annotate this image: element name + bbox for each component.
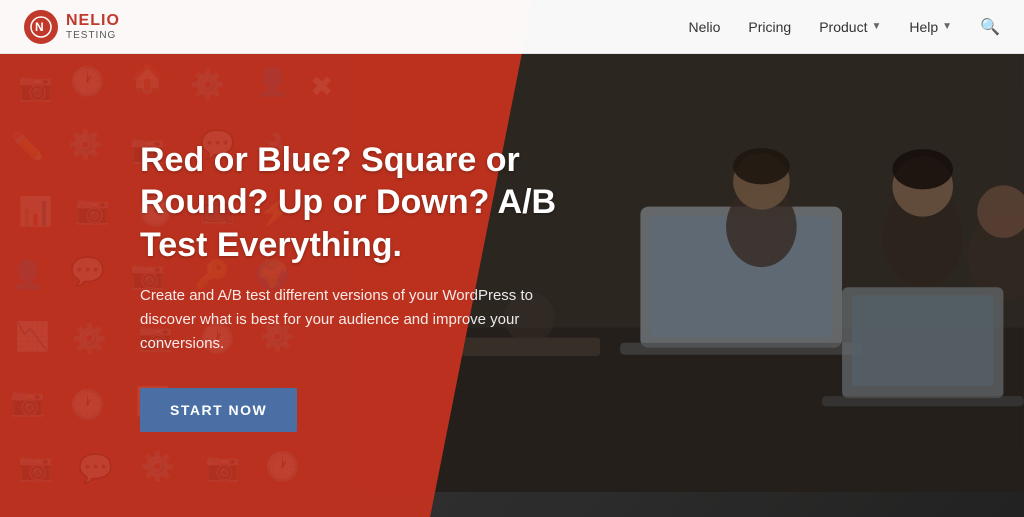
hero-section: 📷 🕐 🏠 ⚙️ 👤 ✖ ✏️ ⚙️ 📷 💬 🔧 📊 📷 🕐 📺 ⚡ 👤 💬 📷… <box>0 0 1024 517</box>
hero-content: Red or Blue? Square or Round? Up or Down… <box>0 54 1024 517</box>
logo[interactable]: N NELIO testing <box>24 10 120 44</box>
help-dropdown-arrow: ▼ <box>942 21 952 32</box>
nav-nelio[interactable]: Nelio <box>689 19 721 35</box>
logo-text: NELIO testing <box>66 12 120 41</box>
nav-help[interactable]: Help ▼ <box>909 19 952 35</box>
hero-subtext: Create and A/B test different versions o… <box>140 284 570 356</box>
hero-text-block: Red or Blue? Square or Round? Up or Down… <box>140 139 620 433</box>
navbar-nav: Nelio Pricing Product ▼ Help ▼ 🔍 <box>689 17 1000 37</box>
logo-icon: N <box>24 10 58 44</box>
logo-nelio: NELIO <box>66 12 120 30</box>
start-now-button[interactable]: START NOW <box>140 388 297 432</box>
product-dropdown-arrow: ▼ <box>871 21 881 32</box>
navbar: N NELIO testing Nelio Pricing Product ▼ … <box>0 0 1024 54</box>
nav-product[interactable]: Product ▼ <box>819 19 881 35</box>
search-icon[interactable]: 🔍 <box>980 17 1000 37</box>
hero-headline: Red or Blue? Square or Round? Up or Down… <box>140 139 620 267</box>
nav-pricing[interactable]: Pricing <box>748 19 791 35</box>
svg-text:N: N <box>35 20 44 34</box>
logo-testing: testing <box>66 30 120 41</box>
